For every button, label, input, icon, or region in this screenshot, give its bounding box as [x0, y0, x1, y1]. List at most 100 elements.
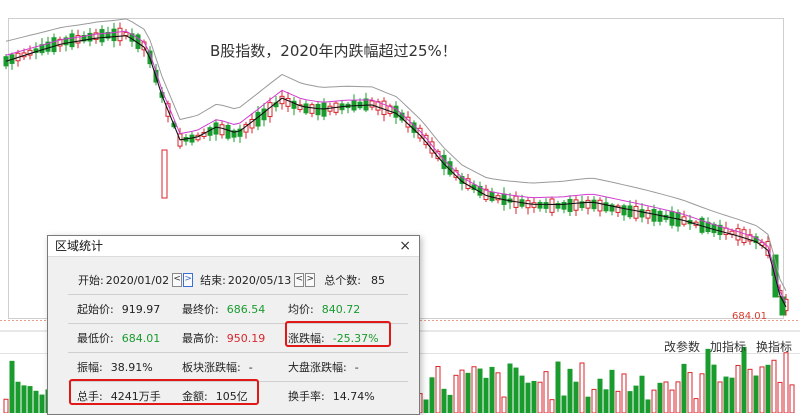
candle-body: [255, 111, 261, 127]
volume-bar: [711, 364, 717, 413]
volume-bar: [483, 377, 489, 413]
candle-body: [711, 223, 717, 234]
volume-bar: [39, 394, 45, 413]
volume-bar: [789, 384, 795, 413]
start-label: 开始:: [78, 274, 104, 287]
candle-body: [531, 202, 537, 208]
volume-bar: [465, 372, 471, 413]
close-icon[interactable]: ×: [399, 236, 411, 256]
stat-label: 最终价:: [182, 303, 219, 316]
volume-bar: [435, 366, 441, 413]
count-value: 85: [370, 273, 385, 287]
candle-body: [279, 95, 285, 105]
end-prev-button[interactable]: <: [294, 273, 305, 287]
volume-bar: [525, 382, 531, 413]
stat-label: 板块涨跌幅:: [182, 361, 241, 374]
stat-value: 684.01: [121, 331, 161, 345]
volume-bar: [555, 361, 561, 413]
volume-bar: [591, 388, 597, 413]
candle-body: [309, 104, 315, 114]
volume-bar: [651, 389, 657, 413]
volume-bar: [717, 381, 723, 413]
candle-body: [645, 210, 651, 219]
volume-bar: [753, 375, 759, 413]
stat-label: 大盘涨跌幅:: [288, 361, 347, 374]
volume-bar: [633, 385, 639, 413]
dialog-title-bar[interactable]: 区域统计 ×: [48, 236, 419, 257]
volume-bar: [663, 381, 669, 413]
volume-bar: [429, 377, 435, 413]
volume-bar: [447, 394, 453, 413]
candle-body: [585, 199, 591, 209]
stat-value: 38.91%: [110, 360, 153, 374]
candle-body: [639, 209, 645, 218]
candle-body: [537, 201, 543, 209]
candle-body: [657, 210, 663, 222]
candle-body: [597, 199, 603, 212]
volume-bar: [687, 372, 693, 413]
candle-body: [567, 198, 573, 212]
volume-bar: [33, 390, 39, 413]
candle-body: [591, 199, 597, 210]
candle-body: [117, 27, 123, 42]
stat-value: 840.72: [321, 302, 361, 316]
candle-body: [381, 100, 387, 116]
candle-body: [549, 198, 555, 213]
volume-bar: [735, 364, 741, 413]
switch-indicator-button[interactable]: 换指标: [756, 338, 792, 355]
range-stats-dialog[interactable]: 区域统计 × 开始: 2020/01/02 < > 结束: 2020/05/13…: [47, 235, 420, 415]
highlight-change-box: [285, 321, 391, 347]
candle-body: [543, 202, 549, 209]
candle-body: [393, 105, 399, 118]
candle-body: [267, 102, 273, 118]
volume-bar: [603, 389, 609, 413]
date-range-row: 开始: 2020/01/02 < > 结束: 2020/05/13 < > 总个…: [78, 272, 388, 288]
candle-body: [303, 103, 309, 114]
volume-bar: [459, 369, 465, 413]
volume-bar: [579, 362, 585, 413]
volume-bar: [21, 385, 27, 413]
volume-bar: [681, 363, 687, 413]
volume-bar: [705, 348, 711, 413]
candle-body: [161, 149, 168, 199]
end-label: 结束:: [200, 274, 226, 287]
volume-bar: [729, 377, 735, 413]
sub-chart-toolbar: 改参数 加指标 换指标: [664, 338, 792, 355]
volume-bar: [453, 374, 459, 413]
candle-body: [225, 125, 231, 139]
volume-bar: [567, 368, 573, 413]
volume-bar: [699, 373, 705, 413]
volume-bar: [669, 389, 675, 413]
candle-body: [573, 199, 579, 211]
volume-bar: [501, 396, 507, 413]
volume-bar: [573, 381, 579, 413]
start-date-value: 2020/01/02: [105, 273, 170, 287]
stat-value: -: [354, 360, 359, 374]
stat-label: 换手率:: [288, 390, 325, 403]
volume-bar: [513, 367, 519, 413]
stat-value: -: [248, 360, 253, 374]
chart-annotation: B股指数，2020年内跌幅超过25%！: [210, 42, 457, 60]
volume-bar: [471, 366, 477, 413]
volume-bar: [777, 381, 783, 413]
start-next-button[interactable]: >: [183, 273, 194, 287]
stat-value: 919.97: [121, 302, 161, 316]
volume-bar: [519, 375, 525, 413]
stat-label: 最高价:: [182, 332, 219, 345]
add-indicator-button[interactable]: 加指标: [710, 338, 746, 355]
stat-label: 最低价:: [77, 332, 114, 345]
volume-bar: [9, 360, 15, 413]
volume-bar: [561, 395, 567, 413]
end-next-button[interactable]: >: [305, 273, 316, 287]
candle-body: [219, 124, 225, 136]
volume-bar: [423, 399, 429, 413]
start-prev-button[interactable]: <: [172, 273, 183, 287]
modify-params-button[interactable]: 改参数: [664, 338, 700, 355]
stat-label: 起始价:: [77, 303, 114, 316]
candle-body: [111, 28, 117, 42]
candle-body: [633, 205, 639, 219]
volume-bar: [507, 363, 513, 413]
stat-label: 均价:: [288, 303, 314, 316]
volume-bar: [531, 380, 537, 413]
end-date-value: 2020/05/13: [227, 273, 292, 287]
